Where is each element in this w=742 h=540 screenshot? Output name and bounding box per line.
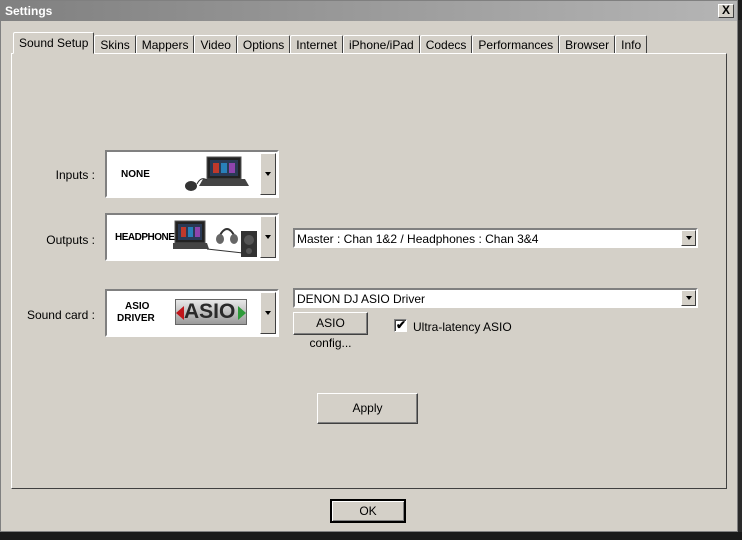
chevron-down-icon [265,172,271,176]
ultra-latency-label: Ultra-latency ASIO [413,320,512,334]
inputs-picture: NONE [109,154,261,194]
chevron-down-icon [265,235,271,239]
tab-internet[interactable]: Internet [290,35,343,54]
check-icon: ✔ [396,318,407,332]
soundcard-combo[interactable]: ASIO DRIVER ASIO [105,289,279,337]
tab-iphone-ipad[interactable]: iPhone/iPad [342,35,420,54]
outputs-dropdown-button[interactable] [260,216,276,258]
channel-mapping-select[interactable]: Master : Chan 1&2 / Headphones : Chan 3&… [293,228,698,248]
soundcard-dropdown-button[interactable] [260,292,276,334]
outputs-label: Outputs : [46,233,95,247]
background-window-edge [738,20,742,532]
green-triangle-icon [238,306,246,320]
tab-sound-setup[interactable]: Sound Setup [13,32,95,54]
asio-logo: ASIO [175,299,247,325]
tab-info[interactable]: Info [615,35,648,54]
inputs-label: Inputs : [55,168,95,182]
asio-logo-text: ASIO [184,300,236,323]
asio-driver-value: DENON DJ ASIO Driver [297,292,426,306]
chevron-down-icon [265,311,271,315]
chevron-down-icon [685,296,692,300]
ultra-latency-checkbox[interactable]: ✔ [394,318,407,332]
close-button[interactable]: X [718,4,734,18]
channel-mapping-value: Master : Chan 1&2 / Headphones : Chan 3&… [297,232,539,246]
inputs-dropdown-button[interactable] [260,153,276,195]
asio-driver-select[interactable]: DENON DJ ASIO Driver [293,288,698,308]
soundcard-label: Sound card : [26,308,95,322]
inputs-value: NONE [121,169,150,180]
outputs-value: HEADPHONES [115,232,181,243]
settings-window: Settings X Sound Setup Skins Mappers Vid… [0,0,738,532]
title-bar[interactable]: Settings X [1,1,737,21]
window-title: Settings [5,4,53,18]
inputs-combo[interactable]: NONE [105,150,279,198]
soundcard-value-line2: DRIVER [117,313,155,324]
outputs-picture: HEADPHONES [109,217,261,257]
tab-video[interactable]: Video [194,35,237,54]
asio-config-button[interactable]: ASIO config... [293,312,368,350]
channel-mapping-dropdown-button[interactable] [681,230,696,246]
background-taskbar-edge [0,532,742,540]
tab-strip: Sound Setup Skins Mappers Video Options … [13,32,648,54]
apply-button[interactable]: Apply [317,393,418,424]
soundcard-value-line1: ASIO [125,301,150,312]
tab-options[interactable]: Options [236,35,291,54]
red-triangle-icon [176,306,184,320]
outputs-combo[interactable]: HEADPHONES [105,213,279,261]
chevron-down-icon [685,236,692,240]
tab-performances[interactable]: Performances [472,35,560,54]
laptop-headphones-speaker-icon [173,220,257,257]
tab-skins[interactable]: Skins [94,35,136,54]
soundcard-picture: ASIO DRIVER ASIO [109,293,261,333]
tab-mappers[interactable]: Mappers [135,35,195,54]
tab-browser[interactable]: Browser [559,35,616,54]
asio-driver-dropdown-button[interactable] [681,290,696,306]
laptop-mouse-icon [185,156,249,191]
tab-codecs[interactable]: Codecs [419,35,473,54]
ok-button[interactable]: OK [330,499,406,523]
